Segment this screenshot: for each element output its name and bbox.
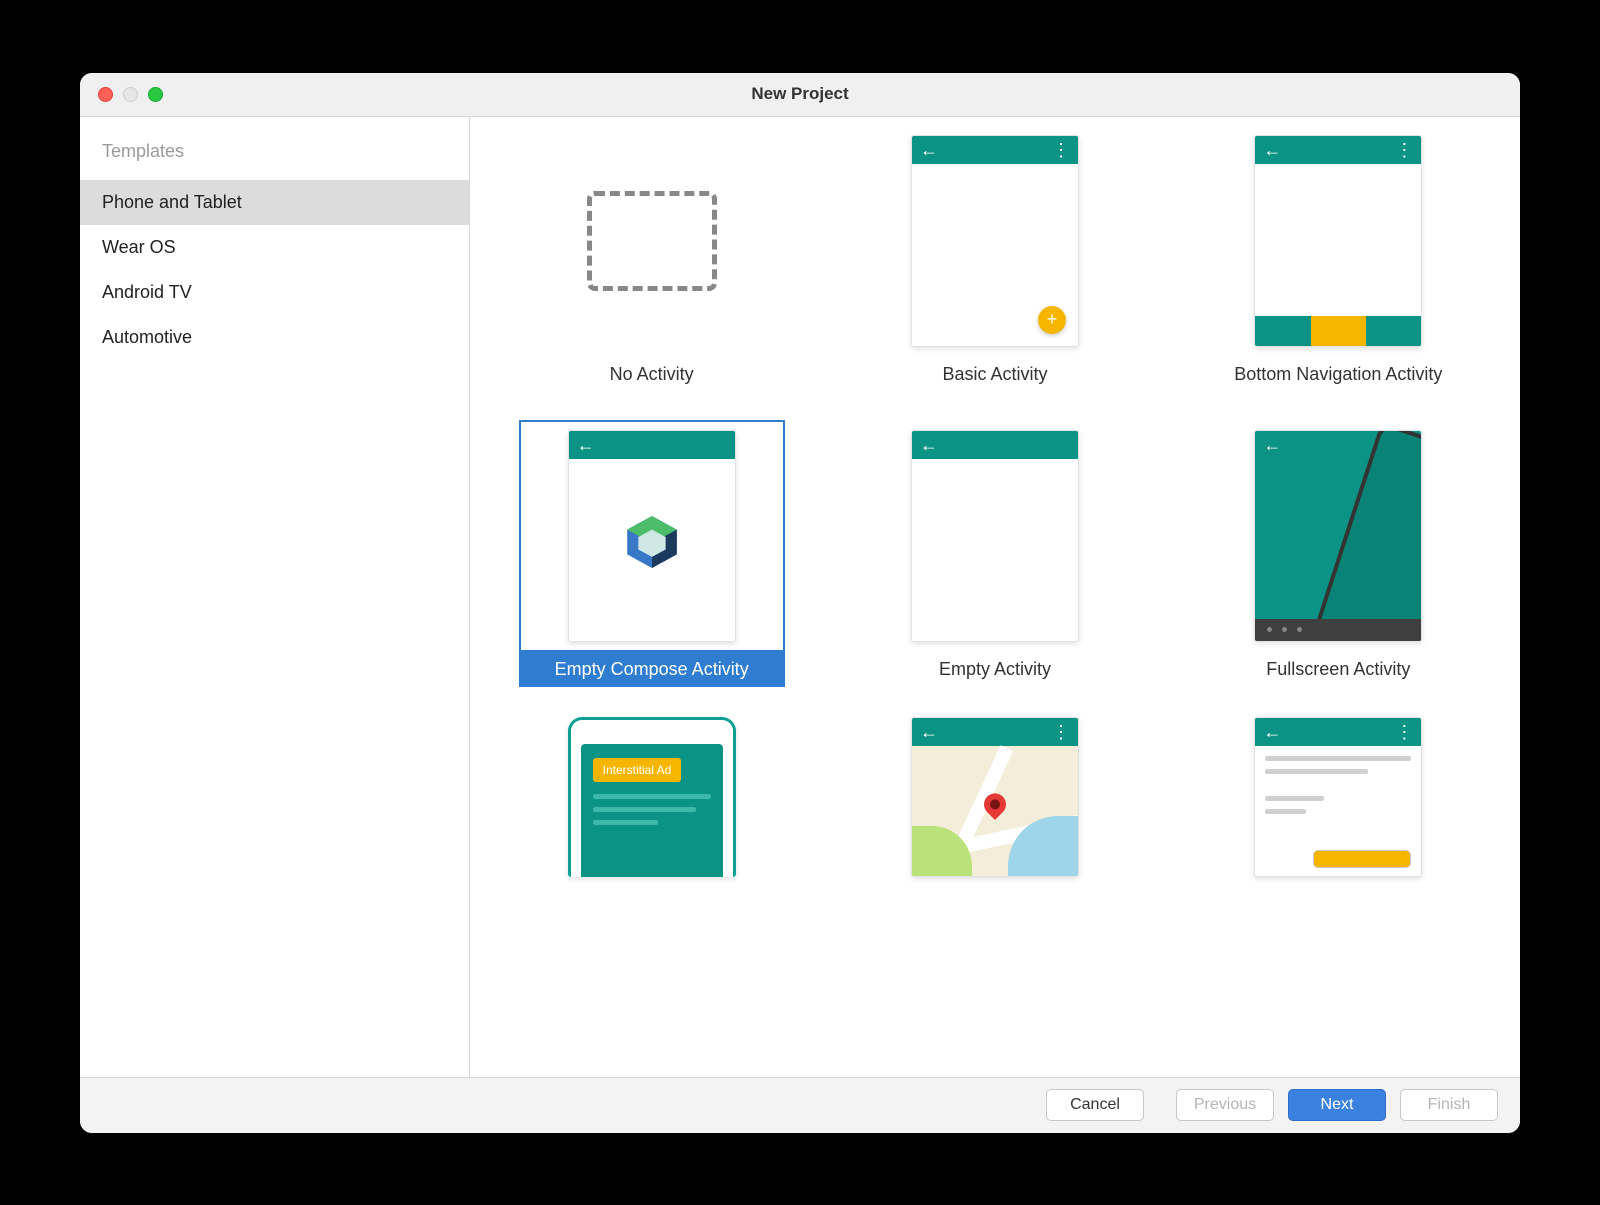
overflow-menu-icon: ⋮: [1052, 723, 1070, 741]
template-label: Empty Activity: [862, 652, 1128, 687]
overflow-menu-icon: ⋮: [1395, 141, 1413, 159]
sidebar-item-android-tv[interactable]: Android TV: [80, 270, 469, 315]
template-empty-activity[interactable]: ← Empty Activity: [843, 420, 1146, 687]
dashed-square-icon: [587, 191, 717, 291]
sidebar-item-automotive[interactable]: Automotive: [80, 315, 469, 360]
window-title: New Project: [80, 84, 1520, 104]
sidebar-header: Templates: [80, 133, 469, 180]
back-arrow-icon: ←: [920, 141, 938, 159]
overflow-menu-icon: ⋮: [1052, 141, 1070, 159]
template-no-activity[interactable]: No Activity: [500, 125, 803, 392]
back-arrow-icon: ←: [1263, 141, 1281, 159]
footer-buttons: Cancel Previous Next Finish: [80, 1077, 1520, 1133]
compose-logo-icon: [621, 511, 683, 578]
template-primary-detail-activity[interactable]: ← ⋮: [1187, 715, 1490, 875]
sidebar: Templates Phone and Tablet Wear OS Andro…: [80, 117, 470, 1077]
template-empty-compose-activity[interactable]: ← Empty Com: [500, 420, 803, 687]
template-label: Bottom Navigation Activity: [1205, 357, 1471, 392]
phone-preview: ← ⋮ +: [911, 135, 1079, 347]
template-gallery: No Activity ← ⋮ + Basic Activity: [470, 117, 1520, 1077]
template-label: No Activity: [519, 357, 785, 392]
template-basic-activity[interactable]: ← ⋮ + Basic Activity: [843, 125, 1146, 392]
template-fullscreen-activity[interactable]: ← ⛶ Fullscreen Activity: [1187, 420, 1490, 687]
overflow-menu-icon: ⋮: [1395, 723, 1413, 741]
titlebar: New Project: [80, 73, 1520, 117]
sidebar-item-wear-os[interactable]: Wear OS: [80, 225, 469, 270]
map-preview: [912, 746, 1078, 876]
new-project-window: New Project Templates Phone and Tablet W…: [80, 73, 1520, 1133]
content-area: Templates Phone and Tablet Wear OS Andro…: [80, 117, 1520, 1077]
fab-add-icon: +: [1038, 306, 1066, 334]
previous-button[interactable]: Previous: [1176, 1089, 1274, 1121]
bottom-nav-bar: [1255, 316, 1421, 346]
back-arrow-icon: ←: [577, 436, 595, 454]
phone-preview: ← ⋮: [911, 717, 1079, 877]
detail-action-icon: [1313, 850, 1411, 868]
detail-lines: [1265, 756, 1411, 822]
template-maps-activity[interactable]: ← ⋮: [843, 715, 1146, 875]
template-bottom-navigation-activity[interactable]: ← ⋮ Bottom Navigation Activity: [1187, 125, 1490, 392]
back-arrow-icon: ←: [920, 436, 938, 454]
back-arrow-icon: ←: [920, 723, 938, 741]
sidebar-item-phone-and-tablet[interactable]: Phone and Tablet: [80, 180, 469, 225]
template-interstitial-ad[interactable]: Interstitial Ad: [500, 715, 803, 875]
back-arrow-icon: ←: [1263, 436, 1281, 454]
finish-button[interactable]: Finish: [1400, 1089, 1498, 1121]
phone-preview: ←: [911, 430, 1079, 642]
template-label: Basic Activity: [862, 357, 1128, 392]
ad-chip: Interstitial Ad: [593, 758, 682, 782]
cancel-button[interactable]: Cancel: [1046, 1089, 1144, 1121]
phone-preview: ← ⛶: [1254, 430, 1422, 642]
template-label: Empty Compose Activity: [519, 652, 785, 687]
template-label: Fullscreen Activity: [1205, 652, 1471, 687]
phone-preview: ← ⋮: [1254, 135, 1422, 347]
phone-preview: Interstitial Ad: [568, 717, 736, 877]
next-button[interactable]: Next: [1288, 1089, 1386, 1121]
phone-preview: ← ⋮: [1254, 717, 1422, 877]
phone-preview: ←: [568, 430, 736, 642]
back-arrow-icon: ←: [1263, 723, 1281, 741]
